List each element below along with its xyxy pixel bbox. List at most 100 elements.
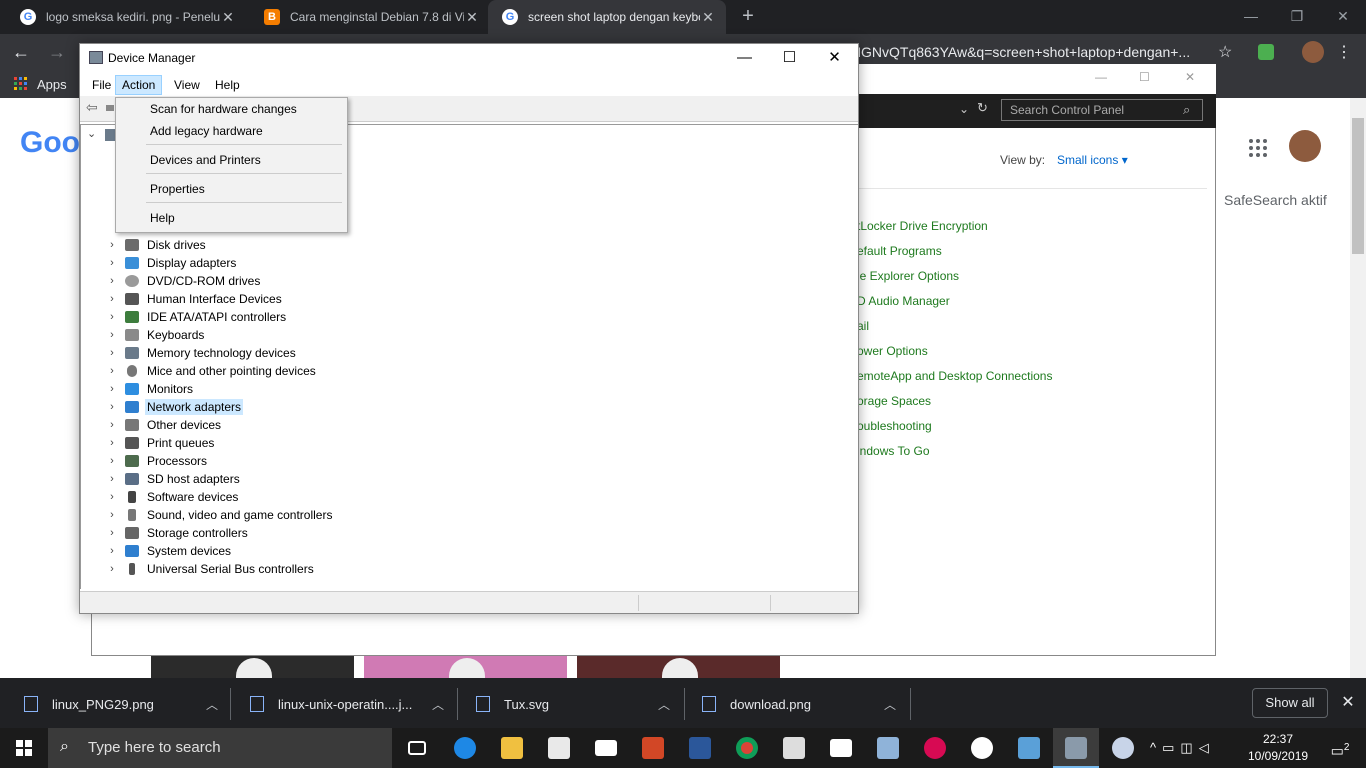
tree-node-network-adapters[interactable]: › Network adapters bbox=[105, 398, 244, 416]
chevron-up-icon[interactable]: ︿ bbox=[654, 696, 674, 713]
device-manager-taskbar-icon[interactable] bbox=[1053, 728, 1099, 768]
cp-link-bitlocker[interactable]: tLocker Drive Encryption bbox=[857, 219, 988, 233]
cp-link-storage-spaces[interactable]: orage Spaces bbox=[857, 394, 931, 408]
chevron-up-icon[interactable]: ^ bbox=[1150, 740, 1162, 755]
chevron-right-icon[interactable]: › bbox=[105, 329, 119, 341]
chevron-up-icon[interactable]: ︿ bbox=[428, 696, 448, 713]
forward-icon[interactable]: → bbox=[48, 42, 68, 62]
scrollbar-thumb[interactable] bbox=[1352, 118, 1364, 254]
tree-node-memory-devices[interactable]: › Memory technology devices bbox=[105, 344, 298, 362]
tree-node-other-devices[interactable]: › Other devices bbox=[105, 416, 223, 434]
chevron-right-icon[interactable]: › bbox=[105, 257, 119, 269]
cp-link-default-programs[interactable]: efault Programs bbox=[857, 244, 942, 258]
tree-node-processors[interactable]: › Processors bbox=[105, 452, 209, 470]
control-panel-search-input[interactable]: Search Control Panel bbox=[1001, 99, 1203, 121]
chrome-icon[interactable] bbox=[724, 728, 770, 768]
chevron-right-icon[interactable]: › bbox=[105, 455, 119, 467]
maximize-icon[interactable]: ☐ bbox=[1139, 64, 1159, 90]
download-item[interactable]: Tux.svg ︿ bbox=[452, 682, 678, 726]
tree-node-monitors[interactable]: › Monitors bbox=[105, 380, 195, 398]
task-view-icon[interactable] bbox=[394, 728, 440, 768]
menu-item-scan-hardware[interactable]: Scan for hardware changes bbox=[150, 99, 297, 119]
tree-node-display-adapters[interactable]: › Display adapters bbox=[105, 254, 238, 272]
tree-node-system-devices[interactable]: › System devices bbox=[105, 542, 233, 560]
tree-node-storage-controllers[interactable]: › Storage controllers bbox=[105, 524, 250, 542]
chevron-right-icon[interactable]: › bbox=[105, 419, 119, 431]
download-item[interactable]: linux_PNG29.png ︿ bbox=[0, 682, 226, 726]
volume-icon[interactable]: ◁ bbox=[1199, 740, 1215, 755]
show-all-downloads-button[interactable]: Show all bbox=[1252, 688, 1328, 718]
battery-icon[interactable]: ▭ bbox=[1162, 740, 1180, 755]
minimize-icon[interactable]: — bbox=[1095, 64, 1115, 90]
back-icon[interactable]: ← bbox=[12, 42, 32, 62]
tree-node-keyboards[interactable]: › Keyboards bbox=[105, 326, 206, 344]
bookmark-star-icon[interactable]: ☆ bbox=[1218, 42, 1238, 62]
avatar[interactable] bbox=[1289, 130, 1321, 162]
back-icon[interactable]: ⇦ bbox=[86, 99, 98, 116]
tree-node-print-queues[interactable]: › Print queues bbox=[105, 434, 216, 452]
menu-help[interactable]: Help bbox=[209, 75, 246, 95]
chevron-up-icon[interactable]: ︿ bbox=[202, 696, 222, 713]
menu-item-add-legacy-hardware[interactable]: Add legacy hardware bbox=[150, 121, 263, 141]
cp-link-file-explorer-options[interactable]: le Explorer Options bbox=[857, 269, 959, 283]
control-panel-icon[interactable] bbox=[1006, 728, 1052, 768]
close-window-icon[interactable]: ✕ bbox=[1320, 0, 1366, 32]
tree-node-sd-host-adapters[interactable]: › SD host adapters bbox=[105, 470, 242, 488]
close-icon[interactable]: ✕ bbox=[812, 44, 857, 72]
download-item[interactable]: download.png ︿ bbox=[678, 682, 904, 726]
network-icon[interactable]: ◫ bbox=[1180, 740, 1198, 755]
browser-tab-3[interactable]: G screen shot laptop dengan keybo ✕ bbox=[488, 0, 726, 34]
system-tray[interactable]: ^▭◫◁ bbox=[1150, 728, 1246, 768]
notification-center-button[interactable]: ▭2 bbox=[1320, 728, 1360, 768]
chevron-right-icon[interactable]: › bbox=[105, 311, 119, 323]
chevron-right-icon[interactable]: › bbox=[105, 563, 119, 575]
store-icon[interactable] bbox=[536, 728, 582, 768]
minimize-icon[interactable]: — bbox=[1228, 0, 1274, 32]
edge-icon[interactable] bbox=[442, 728, 488, 768]
close-icon[interactable]: ✕ bbox=[1185, 64, 1205, 90]
tree-node-mice[interactable]: › Mice and other pointing devices bbox=[105, 362, 318, 380]
browser-tab-1[interactable]: G logo smeksa kediri. png - Penelu ✕ bbox=[6, 0, 246, 34]
cp-link-hd-audio-manager[interactable]: D Audio Manager bbox=[857, 294, 950, 308]
restore-icon[interactable]: ❐ bbox=[1274, 0, 1320, 32]
chevron-right-icon[interactable]: › bbox=[105, 491, 119, 503]
movies-icon[interactable] bbox=[818, 728, 864, 768]
menu-kebab-icon[interactable]: ⋮ bbox=[1336, 42, 1352, 62]
profile-avatar[interactable] bbox=[1302, 41, 1324, 63]
minimize-icon[interactable]: — bbox=[722, 44, 767, 72]
settings-gear-icon[interactable] bbox=[959, 728, 1005, 768]
chevron-right-icon[interactable]: › bbox=[105, 239, 119, 251]
chevron-right-icon[interactable]: › bbox=[105, 527, 119, 539]
chevron-right-icon[interactable]: › bbox=[105, 437, 119, 449]
google-apps-icon[interactable] bbox=[1248, 138, 1268, 158]
cp-link-remoteapp[interactable]: emoteApp and Desktop Connections bbox=[857, 369, 1052, 383]
tree-node-usb-controllers[interactable]: › Universal Serial Bus controllers bbox=[105, 560, 316, 578]
safesearch-status[interactable]: SafeSearch aktif bbox=[1224, 192, 1327, 208]
chevron-up-icon[interactable]: ︿ bbox=[880, 696, 900, 713]
cp-link-power-options[interactable]: ower Options bbox=[857, 344, 928, 358]
close-tab-icon[interactable]: ✕ bbox=[220, 9, 236, 26]
powerpoint-icon[interactable] bbox=[630, 728, 676, 768]
chevron-right-icon[interactable]: › bbox=[105, 293, 119, 305]
chevron-right-icon[interactable]: › bbox=[105, 383, 119, 395]
chevron-right-icon[interactable]: › bbox=[105, 347, 119, 359]
menu-item-properties[interactable]: Properties bbox=[150, 179, 205, 199]
tree-node-ide-controllers[interactable]: › IDE ATA/ATAPI controllers bbox=[105, 308, 288, 326]
extension-icon[interactable] bbox=[1258, 44, 1274, 60]
file-explorer-icon[interactable] bbox=[489, 728, 535, 768]
menu-view[interactable]: View bbox=[168, 75, 206, 95]
chevron-down-icon[interactable]: ⌄ bbox=[87, 127, 96, 140]
cp-link-troubleshooting[interactable]: oubleshooting bbox=[857, 419, 932, 433]
chevron-right-icon[interactable]: › bbox=[105, 365, 119, 377]
refresh-icon[interactable]: ↻ bbox=[977, 100, 988, 116]
word-icon[interactable] bbox=[677, 728, 723, 768]
start-button[interactable] bbox=[0, 728, 48, 768]
view-by-dropdown[interactable]: Small icons ▾ bbox=[1057, 153, 1128, 167]
close-tab-icon[interactable]: ✕ bbox=[700, 9, 716, 26]
tree-node-hid[interactable]: › Human Interface Devices bbox=[105, 290, 284, 308]
new-tab-button[interactable]: + bbox=[738, 6, 758, 26]
menu-item-devices-and-printers[interactable]: Devices and Printers bbox=[150, 150, 261, 170]
close-tab-icon[interactable]: ✕ bbox=[464, 9, 480, 26]
browser-tab-2[interactable]: B Cara menginstal Debian 7.8 di Vi ✕ bbox=[250, 0, 490, 34]
photos-icon[interactable] bbox=[771, 728, 817, 768]
